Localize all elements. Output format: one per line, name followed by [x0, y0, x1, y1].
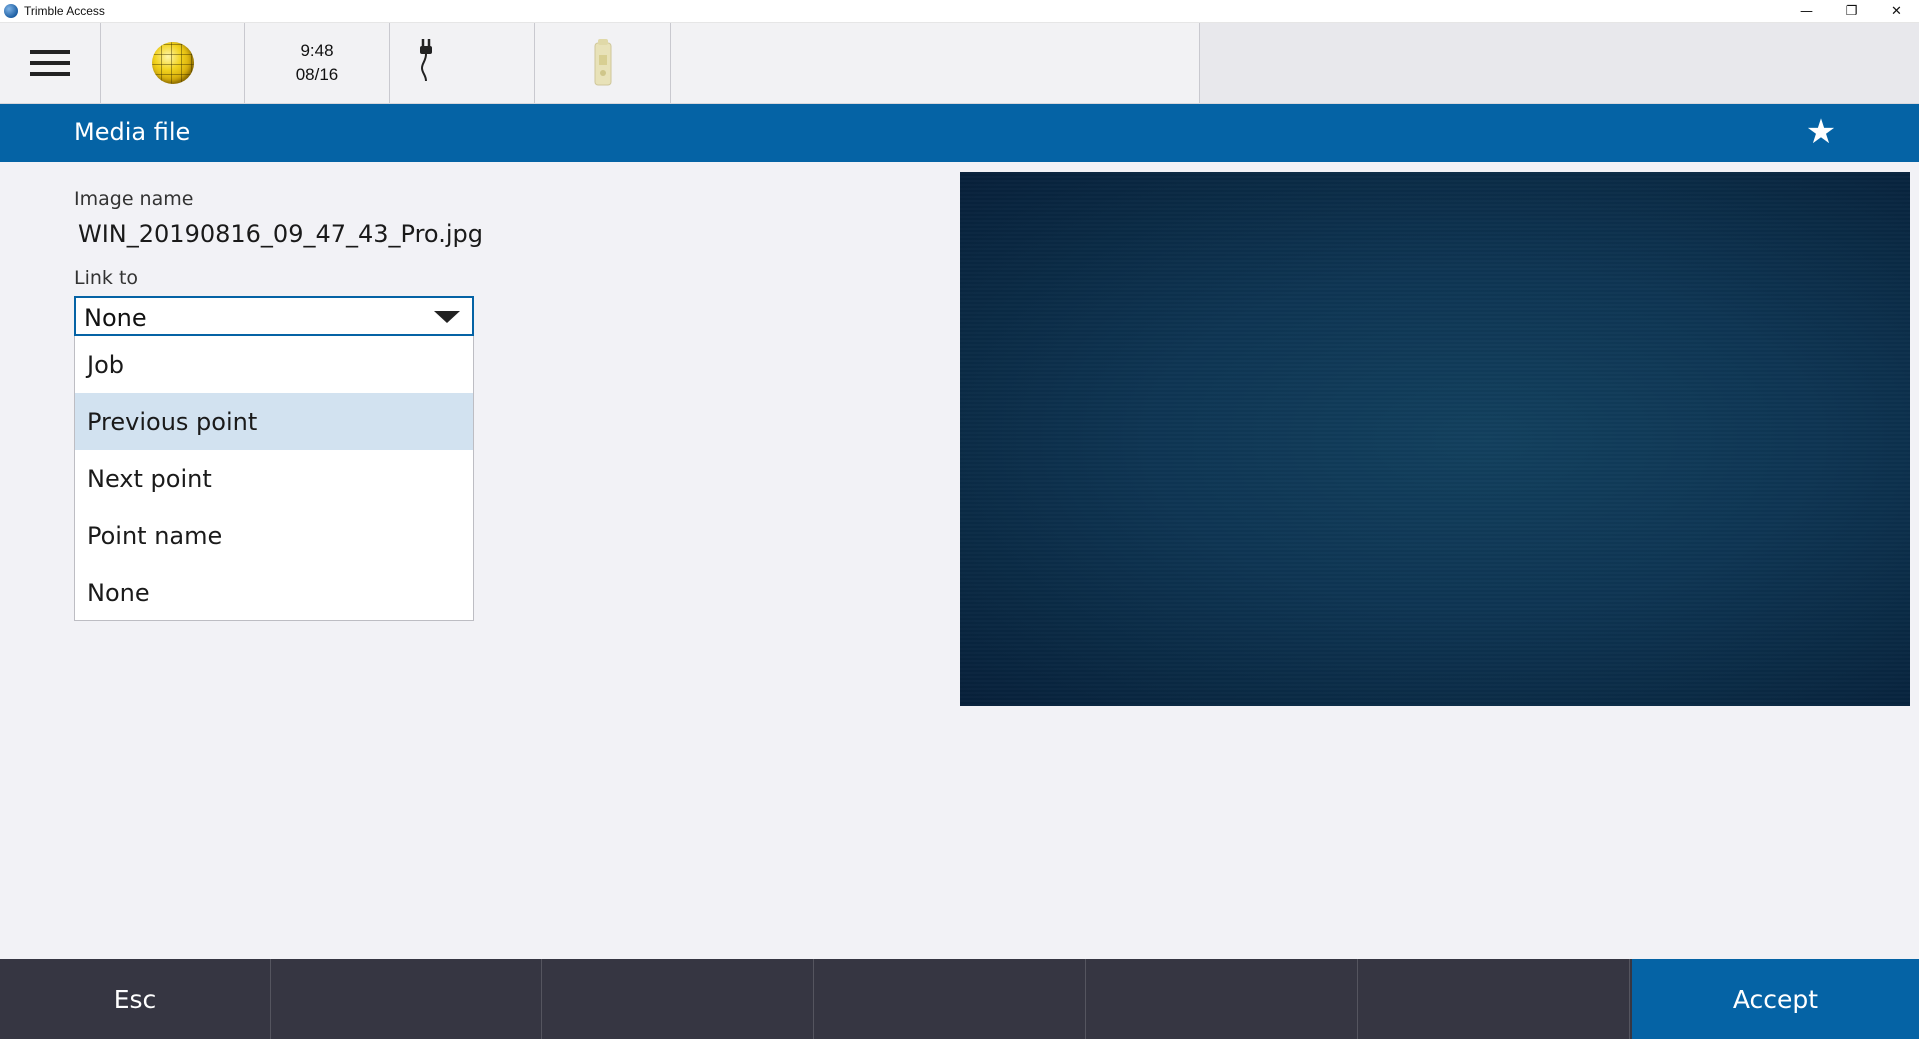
link-to-selected-value: None: [84, 304, 147, 332]
dropdown-option-point-name[interactable]: Point name: [75, 507, 473, 564]
clock-display[interactable]: 9:48 08/16: [245, 23, 390, 103]
power-plug-icon: [420, 39, 432, 82]
restore-button[interactable]: ❐: [1829, 0, 1874, 23]
link-to-label: Link to: [74, 267, 139, 289]
link-to-select[interactable]: None: [74, 296, 474, 336]
softkey-empty-5: [1087, 959, 1358, 1039]
close-button[interactable]: ✕: [1874, 0, 1919, 23]
chevron-down-icon[interactable]: [434, 311, 460, 323]
dropdown-option-next-point[interactable]: Next point: [75, 450, 473, 507]
status-time: 9:48: [300, 41, 334, 60]
window-controls: — ❐ ✕: [1784, 0, 1919, 23]
dropdown-option-job[interactable]: Job: [75, 336, 473, 393]
page-header: Media file ★: [0, 104, 1919, 162]
accept-button[interactable]: Accept: [1632, 959, 1919, 1039]
receiver-icon: [594, 39, 611, 86]
title-bar: Trimble Access — ❐ ✕: [0, 0, 1919, 23]
window-title: Trimble Access: [24, 4, 105, 18]
softkey-empty-4: [815, 959, 1086, 1039]
softkey-empty-3: [543, 959, 814, 1039]
image-name-value: WIN_20190816_09_47_43_Pro.jpg: [78, 220, 483, 248]
page-title: Media file: [74, 118, 191, 146]
power-status-button[interactable]: [390, 23, 535, 103]
softkey-empty-6: [1359, 959, 1630, 1039]
status-bar: 9:48 08/16: [0, 23, 1919, 104]
gnss-status-button[interactable]: [101, 23, 245, 103]
image-preview: [960, 172, 1910, 706]
status-bar-filler: [1199, 23, 1919, 103]
minimize-button[interactable]: —: [1784, 0, 1829, 23]
app-logo-icon: [4, 4, 18, 18]
link-to-dropdown-list: Job Previous point Next point Point name…: [74, 336, 474, 621]
dropdown-option-none[interactable]: None: [75, 564, 473, 621]
softkey-bar: Esc Accept: [0, 959, 1919, 1039]
favorite-star-icon[interactable]: ★: [1803, 114, 1839, 150]
status-date: 08/16: [295, 65, 339, 84]
menu-button[interactable]: [0, 23, 101, 103]
globe-icon: [151, 42, 194, 84]
instrument-status-button[interactable]: [535, 23, 671, 103]
dropdown-option-previous-point[interactable]: Previous point: [75, 393, 473, 450]
image-name-label: Image name: [74, 188, 194, 210]
softkey-empty-2: [271, 959, 542, 1039]
esc-button[interactable]: Esc: [0, 959, 271, 1039]
menu-icon: [30, 43, 70, 83]
